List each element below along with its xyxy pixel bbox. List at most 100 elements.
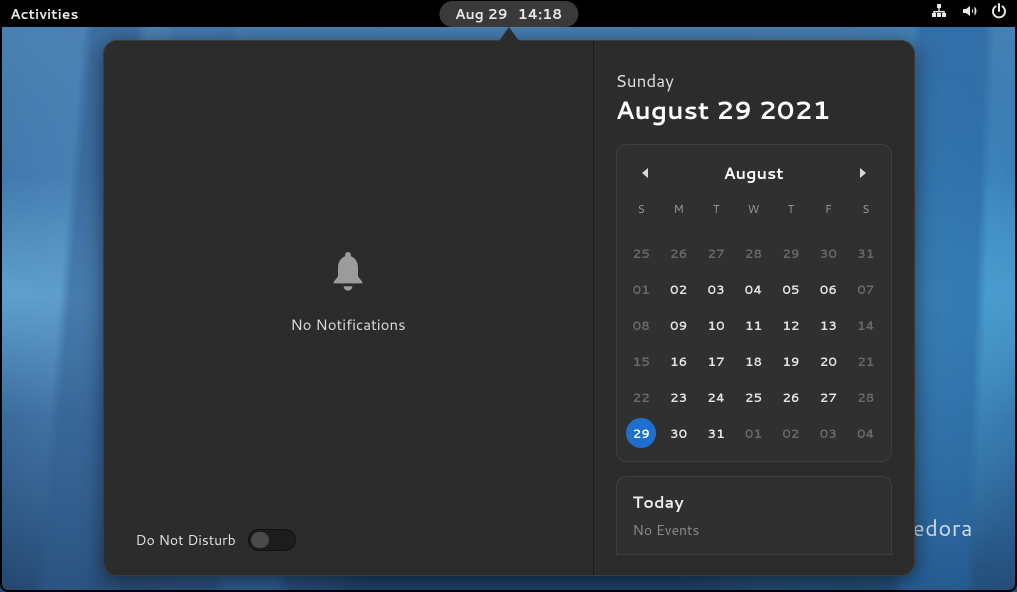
day-cell[interactable]: 20 xyxy=(810,345,847,377)
day-cell[interactable]: 14 xyxy=(847,309,884,341)
volume-icon xyxy=(961,3,977,24)
top-bar: Activities Aug 29 14:18 xyxy=(0,0,1017,27)
day-number: 22 xyxy=(626,382,656,412)
topbar-date: Aug 29 xyxy=(455,4,508,24)
day-number: 26 xyxy=(664,238,694,268)
chevron-right-icon xyxy=(859,168,867,178)
distro-branding: edora xyxy=(913,513,973,544)
day-cell[interactable]: 08 xyxy=(623,309,660,341)
weekday-header: T xyxy=(697,195,734,233)
day-cell[interactable]: 29 xyxy=(623,417,660,449)
day-cell[interactable]: 03 xyxy=(810,417,847,449)
calendar-panel: Sunday August 29 2021 August SMTWTFS2526… xyxy=(594,41,914,575)
day-cell[interactable]: 07 xyxy=(847,273,884,305)
day-number: 11 xyxy=(738,310,768,340)
day-cell[interactable]: 10 xyxy=(697,309,734,341)
day-number: 26 xyxy=(776,382,806,412)
day-number: 05 xyxy=(776,274,806,304)
weekday-header: W xyxy=(735,195,772,233)
next-month-button[interactable] xyxy=(851,161,875,185)
day-cell[interactable]: 28 xyxy=(847,381,884,413)
day-cell[interactable]: 02 xyxy=(660,273,697,305)
day-cell[interactable]: 17 xyxy=(697,345,734,377)
calendar-card: August SMTWTFS25262728293031010203040506… xyxy=(616,144,892,462)
day-cell[interactable]: 28 xyxy=(735,237,772,269)
day-number: 03 xyxy=(701,274,731,304)
power-icon xyxy=(991,3,1007,24)
day-number: 08 xyxy=(626,310,656,340)
day-cell[interactable]: 27 xyxy=(697,237,734,269)
day-cell[interactable]: 09 xyxy=(660,309,697,341)
dnd-toggle[interactable] xyxy=(248,529,296,551)
day-cell[interactable]: 12 xyxy=(772,309,809,341)
day-number: 09 xyxy=(664,310,694,340)
day-cell[interactable]: 29 xyxy=(772,237,809,269)
day-cell[interactable]: 23 xyxy=(660,381,697,413)
day-cell[interactable]: 31 xyxy=(697,417,734,449)
day-cell[interactable]: 15 xyxy=(623,345,660,377)
day-cell[interactable]: 25 xyxy=(623,237,660,269)
day-cell[interactable]: 30 xyxy=(660,417,697,449)
day-cell[interactable]: 01 xyxy=(735,417,772,449)
day-number: 31 xyxy=(701,418,731,448)
day-cell[interactable]: 27 xyxy=(810,381,847,413)
day-cell[interactable]: 30 xyxy=(810,237,847,269)
day-cell[interactable]: 04 xyxy=(847,417,884,449)
weekday-header: T xyxy=(772,195,809,233)
popup-arrow xyxy=(499,27,519,41)
day-number: 04 xyxy=(738,274,768,304)
bell-icon xyxy=(330,252,366,298)
day-cell[interactable]: 01 xyxy=(623,273,660,305)
day-today: 29 xyxy=(626,418,656,448)
day-cell[interactable]: 03 xyxy=(697,273,734,305)
day-cell[interactable]: 22 xyxy=(623,381,660,413)
month-navigation: August xyxy=(623,155,885,195)
day-number: 02 xyxy=(664,274,694,304)
day-cell[interactable]: 11 xyxy=(735,309,772,341)
day-number: 02 xyxy=(776,418,806,448)
day-cell[interactable]: 26 xyxy=(660,237,697,269)
weekday-header: F xyxy=(810,195,847,233)
day-number: 07 xyxy=(851,274,881,304)
day-number: 31 xyxy=(851,238,881,268)
activities-button[interactable]: Activities xyxy=(10,4,78,24)
day-number: 27 xyxy=(701,238,731,268)
day-number: 29 xyxy=(776,238,806,268)
clock-button[interactable]: Aug 29 14:18 xyxy=(439,1,578,27)
day-cell[interactable]: 06 xyxy=(810,273,847,305)
day-cell[interactable]: 02 xyxy=(772,417,809,449)
weekday-header: M xyxy=(660,195,697,233)
day-number: 27 xyxy=(813,382,843,412)
full-date: August 29 2021 xyxy=(616,93,892,128)
chevron-left-icon xyxy=(641,168,649,178)
events-card[interactable]: Today No Events xyxy=(616,476,892,555)
day-cell[interactable]: 16 xyxy=(660,345,697,377)
no-notifications-label: No Notifications xyxy=(290,314,405,335)
weekday-header: S xyxy=(623,195,660,233)
events-title: Today xyxy=(633,491,875,514)
prev-month-button[interactable] xyxy=(633,161,657,185)
date-header[interactable]: Sunday August 29 2021 xyxy=(616,61,892,130)
day-cell[interactable]: 24 xyxy=(697,381,734,413)
system-status-area[interactable] xyxy=(931,3,1007,24)
day-cell[interactable]: 19 xyxy=(772,345,809,377)
day-number: 18 xyxy=(738,346,768,376)
day-cell[interactable]: 04 xyxy=(735,273,772,305)
toggle-knob xyxy=(251,532,269,548)
day-cell[interactable]: 18 xyxy=(735,345,772,377)
day-cell[interactable]: 31 xyxy=(847,237,884,269)
calendar-popup: No Notifications Do Not Disturb Sunday A… xyxy=(103,40,915,576)
day-number: 19 xyxy=(776,346,806,376)
day-cell[interactable]: 25 xyxy=(735,381,772,413)
day-number: 24 xyxy=(701,382,731,412)
day-number: 13 xyxy=(813,310,843,340)
day-cell[interactable]: 26 xyxy=(772,381,809,413)
day-number: 10 xyxy=(701,310,731,340)
day-number: 01 xyxy=(738,418,768,448)
day-number: 28 xyxy=(738,238,768,268)
day-number: 17 xyxy=(701,346,731,376)
day-cell[interactable]: 05 xyxy=(772,273,809,305)
notifications-empty-state: No Notifications xyxy=(124,61,573,525)
day-cell[interactable]: 21 xyxy=(847,345,884,377)
day-cell[interactable]: 13 xyxy=(810,309,847,341)
